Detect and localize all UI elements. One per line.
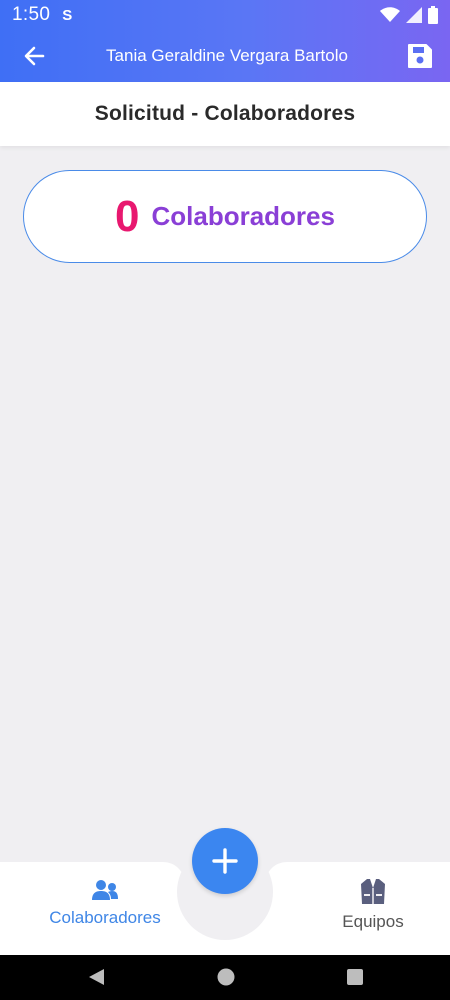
notification-s-icon: S xyxy=(62,6,73,24)
nav-item-colaboradores[interactable]: Colaboradores xyxy=(30,878,180,928)
plus-icon xyxy=(212,848,238,874)
signal-icon xyxy=(406,7,422,23)
bottom-nav: Colaboradores Equipos xyxy=(0,828,450,955)
toolbar: Tania Geraldine Vergara Bartolo xyxy=(0,30,450,82)
arrow-left-icon xyxy=(24,46,45,66)
home-circle-icon[interactable] xyxy=(216,967,236,987)
section-header: Solicitud - Colaboradores xyxy=(0,82,450,146)
add-button[interactable] xyxy=(192,828,258,894)
save-button[interactable] xyxy=(396,34,444,78)
status-icons xyxy=(380,6,438,24)
back-triangle-icon[interactable] xyxy=(86,967,106,987)
vest-icon xyxy=(361,879,385,904)
collaborator-counter: 0 Colaboradores xyxy=(23,170,427,263)
recents-square-icon[interactable] xyxy=(345,967,365,987)
page-title: Solicitud - Colaboradores xyxy=(94,102,356,125)
battery-icon xyxy=(428,6,438,24)
toolbar-title: Tania Geraldine Vergara Bartolo xyxy=(106,46,348,65)
app-header: 1:50 S Tania Geraldine Vergara Bartolo xyxy=(0,0,450,82)
users-icon xyxy=(92,880,118,900)
nav-label-colaboradores: Colaboradores xyxy=(49,908,161,927)
status-time: 1:50 xyxy=(12,4,51,25)
system-navigation-bar xyxy=(0,955,450,1000)
back-button[interactable] xyxy=(10,34,58,78)
nav-item-equipos[interactable]: Equipos xyxy=(298,878,448,932)
counter-label: Colaboradores xyxy=(151,201,335,231)
floppy-disk-icon xyxy=(408,44,432,68)
nav-label-equipos: Equipos xyxy=(342,912,404,931)
counter-number: 0 xyxy=(115,191,140,241)
wifi-icon xyxy=(380,7,400,22)
status-bar: 1:50 S xyxy=(0,0,450,30)
